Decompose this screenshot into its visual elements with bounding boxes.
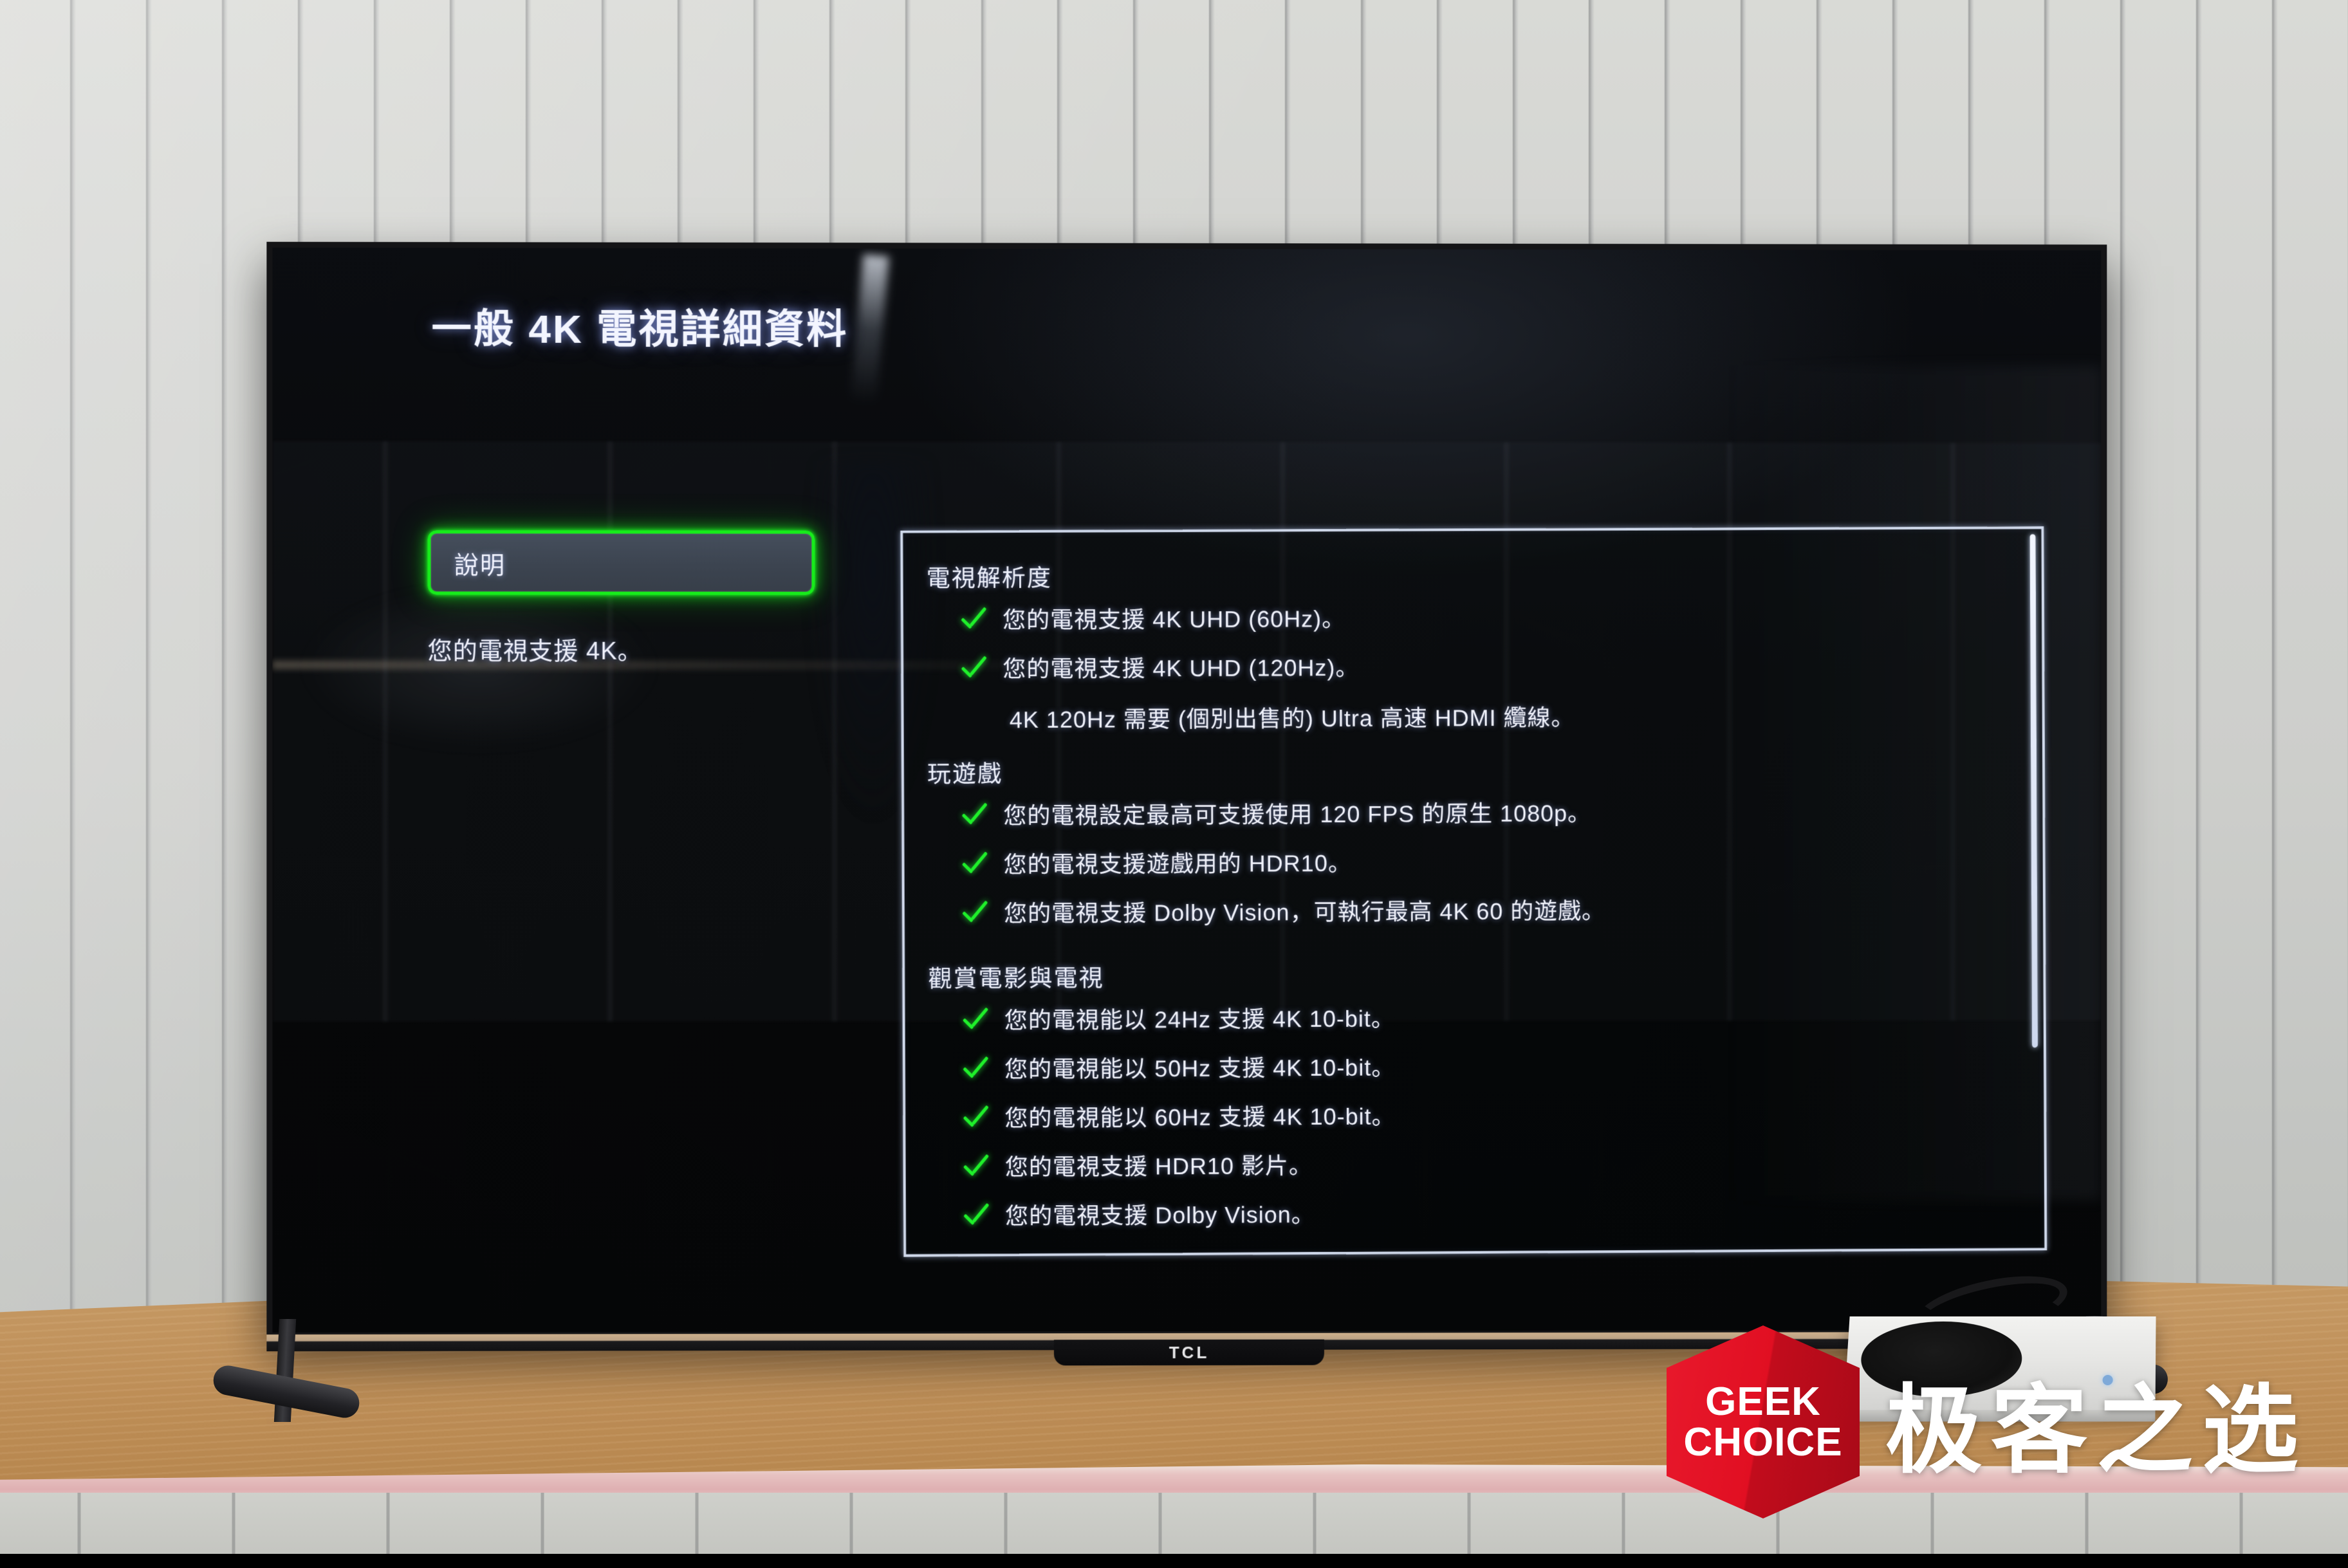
list-item-label: 您的電視支援 HDR10 影片。 [1004, 1152, 1313, 1181]
check-icon [957, 609, 986, 637]
tv-brand-chin: TCL [1053, 1339, 1324, 1366]
tv-screen: 一般 4K 電視詳細資料 說明 您的電視支援 4K。 電視解析度 您的電視支援 … [272, 247, 2102, 1333]
list-item: 您的電視支援 Dolby Vision，可執行最高 4K 60 的遊戲。 [959, 886, 2013, 940]
badge-line-1: GEEK [1705, 1379, 1821, 1424]
check-icon [959, 1058, 988, 1087]
list-item-label: 您的電視能以 24Hz 支援 4K 10-bit。 [1004, 1005, 1395, 1034]
list-item: 您的電視支援 4K UHD (120Hz)。 [957, 642, 2011, 696]
list-item-label: 您的電視支援 4K UHD (60Hz)。 [1002, 605, 1346, 634]
section-heading-gaming: 玩遊戲 [927, 761, 1003, 788]
geek-choice-badge-icon: GEEK CHOICE [1667, 1325, 1860, 1518]
sidebar: 說明 您的電視支援 4K。 [427, 530, 815, 667]
resolution-list: 您的電視支援 4K UHD (60Hz)。 您的電視支援 4K UHD (120… [927, 593, 2011, 696]
check-icon [958, 804, 986, 833]
section-heading-watching: 觀賞電影與電視 [928, 964, 1104, 992]
section-heading-resolution: 電視解析度 [926, 564, 1052, 592]
sidebar-note: 您的電視支援 4K。 [427, 638, 643, 665]
list-item: 您的電視支援 4K UHD (60Hz)。 [957, 593, 2011, 646]
list-item: 您的電視能以 50Hz 支援 4K 10-bit。 [959, 1041, 2013, 1095]
list-item-label: 您的電視支援 Dolby Vision，可執行最高 4K 60 的遊戲。 [1003, 897, 1605, 927]
television: 一般 4K 電視詳細資料 說明 您的電視支援 4K。 電視解析度 您的電視支援 … [266, 241, 2107, 1366]
list-item-label: 您的電視能以 50Hz 支援 4K 10-bit。 [1004, 1054, 1396, 1083]
help-button[interactable]: 說明 [427, 530, 815, 595]
list-item-label: 您的電視能以 60Hz 支援 4K 10-bit。 [1004, 1103, 1396, 1132]
page-title: 一般 4K 電視詳細資料 [431, 307, 849, 353]
letterbox-bar [0, 1554, 2348, 1568]
list-item-label: 您的電視設定最高可支援使用 120 FPS 的原生 1080p。 [1003, 800, 1592, 829]
details-panel-content: 電視解析度 您的電視支援 4K UHD (60Hz)。 您的電視支援 4K UH… [903, 529, 2044, 1254]
tv-ui: 一般 4K 電視詳細資料 說明 您的電視支援 4K。 電視解析度 您的電視支援 … [272, 248, 2101, 1333]
list-item: 您的電視設定最高可支援使用 120 FPS 的原生 1080p。 [958, 788, 2012, 842]
check-icon [959, 1107, 988, 1136]
list-item: 您的電視支援遊戲用的 HDR10。 [958, 837, 2012, 890]
list-item-label: 您的電視支援 4K UHD (120Hz)。 [1003, 654, 1360, 683]
photo-scene: 一般 4K 電視詳細資料 說明 您的電視支援 4K。 電視解析度 您的電視支援 … [0, 0, 2348, 1568]
list-item: 您的電視支援 HDR10 影片。 [959, 1139, 2013, 1194]
watermark: GEEK CHOICE 极客之选 [1667, 1325, 2307, 1518]
check-icon [960, 1156, 988, 1185]
watching-list: 您的電視能以 24Hz 支援 4K 10-bit。 您的電視能以 50Hz 支援… [928, 993, 2013, 1243]
list-item: 您的電視能以 60Hz 支援 4K 10-bit。 [959, 1090, 2013, 1145]
help-button-label: 說明 [454, 551, 506, 579]
details-panel[interactable]: 電視解析度 您的電視支援 4K UHD (60Hz)。 您的電視支援 4K UH… [900, 526, 2048, 1257]
badge-line-2: CHOICE [1683, 1420, 1843, 1464]
resolution-sub-note: 4K 120Hz 需要 (個別出售的) Ultra 高速 HDMI 纜線。 [1009, 704, 1575, 733]
list-item-label: 您的電視支援遊戲用的 HDR10。 [1003, 849, 1352, 878]
check-icon [957, 658, 986, 686]
watermark-chinese: 极客之选 [1885, 1376, 2308, 1484]
list-item: 您的電視支援 Dolby Vision。 [960, 1188, 2014, 1242]
list-item: 您的電視能以 24Hz 支援 4K 10-bit。 [959, 993, 2013, 1047]
check-icon [959, 1009, 988, 1037]
check-icon [959, 853, 987, 881]
gaming-list: 您的電視設定最高可支援使用 120 FPS 的原生 1080p。 您的電視支援遊… [927, 788, 2012, 940]
list-item-label: 您的電視支援 Dolby Vision。 [1004, 1201, 1315, 1230]
tv-brand-logo: TCL [1169, 1342, 1210, 1362]
check-icon [959, 902, 987, 930]
check-icon [960, 1205, 988, 1233]
